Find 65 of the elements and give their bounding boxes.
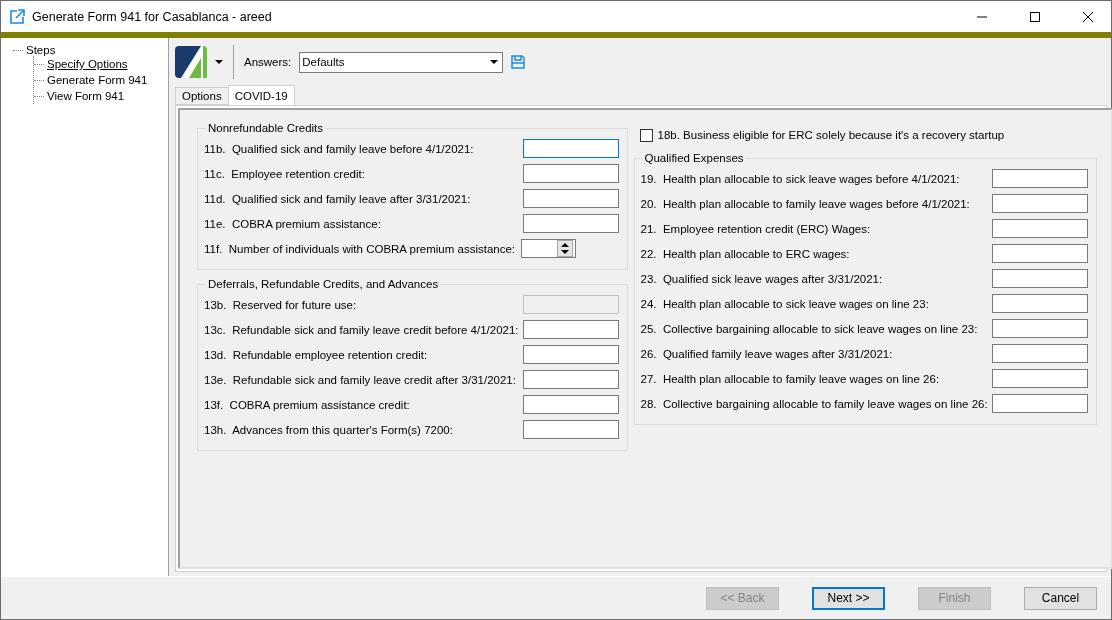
- input-field[interactable]: [522, 320, 619, 339]
- input-field[interactable]: [522, 189, 619, 208]
- input-field[interactable]: [991, 294, 1088, 313]
- field-label: 13d. Refundable employee retention credit:: [204, 348, 428, 361]
- answers-label: Answers:: [244, 56, 292, 68]
- close-icon: [1083, 11, 1093, 22]
- input-field[interactable]: [991, 244, 1088, 263]
- field-label: 21. Employee retention credit (ERC) Wages:: [640, 222, 871, 235]
- input-field[interactable]: [991, 194, 1088, 213]
- logo-icon: [175, 46, 207, 78]
- maximize-icon: [1030, 11, 1040, 22]
- input-field[interactable]: [991, 344, 1088, 363]
- input-field[interactable]: [991, 269, 1088, 288]
- save-icon[interactable]: [511, 55, 526, 69]
- field-label: 13b. Reserved for future use:: [204, 298, 357, 311]
- field-label: 11c. Employee retention credit:: [204, 167, 365, 180]
- input-field[interactable]: [991, 369, 1088, 388]
- step-item[interactable]: Specify Options: [47, 58, 128, 70]
- wizard-button[interactable]: Cancel: [1024, 586, 1097, 610]
- group-title: Nonrefundable Credits: [207, 122, 325, 134]
- window-title: Generate Form 941 for Casablanca - areed: [32, 9, 273, 24]
- field-label: 11d. Qualified sick and family leave after 3/31/2021:: [204, 192, 471, 205]
- spin-arrows-icon[interactable]: [556, 240, 573, 257]
- field-label: 28. Collective bargaining allocable to family leave wages on line 26:: [640, 397, 988, 410]
- field-label: 23. Qualified sick leave wages after 3/31/2021:: [640, 272, 883, 285]
- input-field[interactable]: [522, 420, 619, 439]
- field-label: 13h. Advances from this quarter's Form(s) 7200:: [204, 423, 453, 436]
- field-label: 25. Collective bargaining allocable to sick leave wages on line 23:: [640, 322, 978, 335]
- input-field[interactable]: [522, 370, 619, 389]
- field-label: 22. Health plan allocable to ERC wages:: [640, 247, 850, 260]
- answers-dropdown[interactable]: Defaults: [299, 51, 504, 73]
- field-label: 13f. COBRA premium assistance credit:: [204, 398, 410, 411]
- field-label: 13e. Refundable sick and family leave credit after 3/31/2021:: [204, 373, 516, 386]
- step-item[interactable]: View Form 941: [47, 90, 125, 102]
- field-label: 27. Health plan allocable to family leave wages on line 26:: [640, 372, 940, 385]
- tree-root-label[interactable]: Steps: [26, 44, 56, 56]
- input-field[interactable]: [522, 345, 619, 364]
- caret-icon: [490, 60, 499, 64]
- field-label: 13c. Refundable sick and family leave credit before 4/1/2021:: [204, 323, 519, 336]
- input-field[interactable]: [991, 219, 1088, 238]
- field-label: 24. Health plan allocable to sick leave wages on line 23:: [640, 297, 929, 310]
- input-field[interactable]: [991, 394, 1088, 413]
- step-item[interactable]: Generate Form 941: [47, 74, 148, 86]
- field-label: 11f. Number of individuals with COBRA premium assistance:: [204, 242, 516, 255]
- caret-icon[interactable]: [215, 60, 223, 64]
- checkbox-label[interactable]: 18b. Business eligible for ERC solely because it's a recovery startup: [657, 129, 1005, 141]
- field-label: 11b. Qualified sick and family leave before 4/1/2021:: [204, 142, 474, 155]
- input-field[interactable]: [991, 169, 1088, 188]
- field-label: 26. Qualified family leave wages after 3/31/2021:: [640, 347, 893, 360]
- field-label: 19. Health plan allocable to sick leave wages before 4/1/2021:: [640, 172, 960, 185]
- group-title: Deferrals, Refundable Credits, and Advances: [207, 278, 440, 290]
- input-field[interactable]: [522, 395, 619, 414]
- wizard-button[interactable]: Next >>: [812, 586, 885, 610]
- number-spinner[interactable]: [520, 239, 576, 258]
- tab[interactable]: Options: [175, 87, 229, 105]
- group-title: Qualified Expenses: [643, 152, 745, 164]
- field-label: 20. Health plan allocable to family leave wages before 4/1/2021:: [640, 197, 970, 210]
- input-field[interactable]: [522, 164, 619, 183]
- input-field[interactable]: [522, 139, 619, 158]
- tab[interactable]: COVID-19: [227, 85, 295, 105]
- input-field[interactable]: [991, 319, 1088, 338]
- checkbox[interactable]: [639, 128, 653, 142]
- input-field[interactable]: [522, 214, 619, 233]
- external-window-icon: [10, 9, 25, 24]
- field-label: 11e. COBRA premium assistance:: [204, 217, 381, 230]
